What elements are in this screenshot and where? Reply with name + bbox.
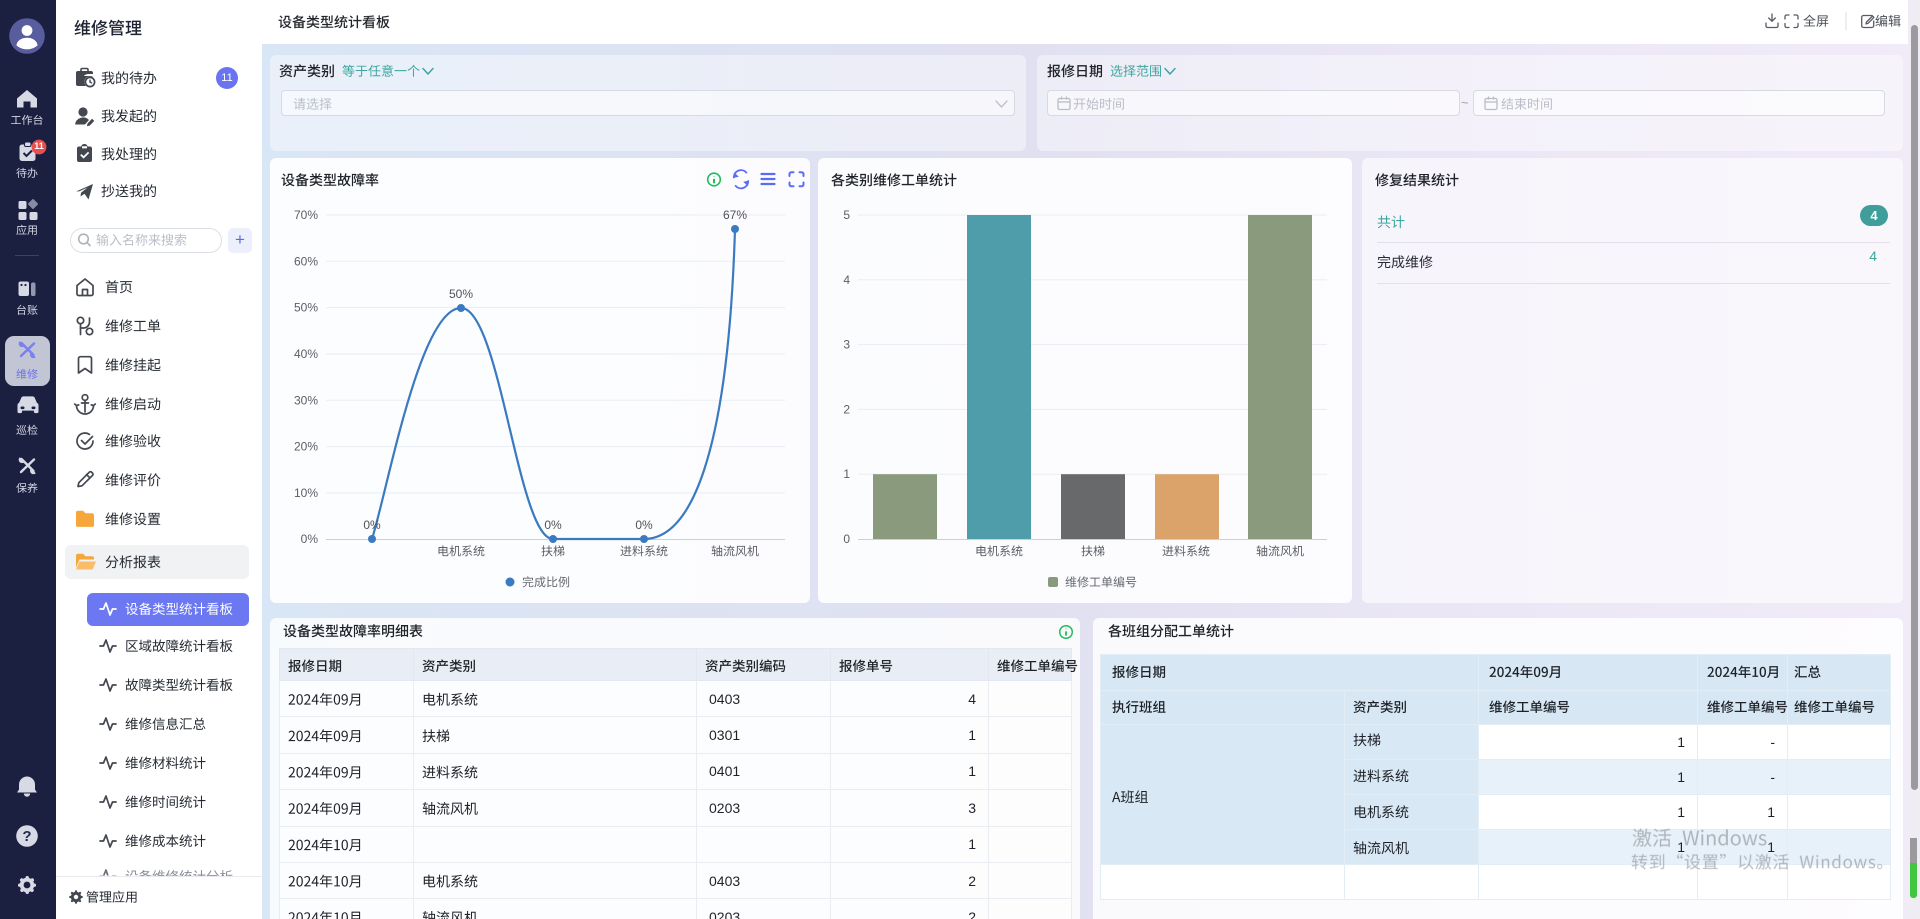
- svg-text:30%: 30%: [294, 393, 318, 407]
- svg-text:0: 0: [843, 532, 850, 546]
- svg-text:2: 2: [843, 402, 850, 416]
- svg-text:40%: 40%: [294, 347, 318, 361]
- svg-text:5: 5: [843, 208, 850, 222]
- svg-text:0%: 0%: [363, 518, 381, 532]
- svg-text:1: 1: [843, 467, 850, 481]
- svg-text:20%: 20%: [294, 440, 318, 454]
- svg-text:0%: 0%: [301, 532, 319, 546]
- svg-text:3: 3: [843, 338, 850, 352]
- svg-text:50%: 50%: [449, 287, 473, 301]
- svg-text:67%: 67%: [723, 208, 747, 222]
- svg-text:70%: 70%: [294, 208, 318, 222]
- svg-text:4: 4: [843, 273, 850, 287]
- svg-text:60%: 60%: [294, 254, 318, 268]
- svg-text:0%: 0%: [635, 518, 653, 532]
- svg-text:0%: 0%: [544, 518, 562, 532]
- svg-text:50%: 50%: [294, 301, 318, 315]
- svg-text:10%: 10%: [294, 486, 318, 500]
